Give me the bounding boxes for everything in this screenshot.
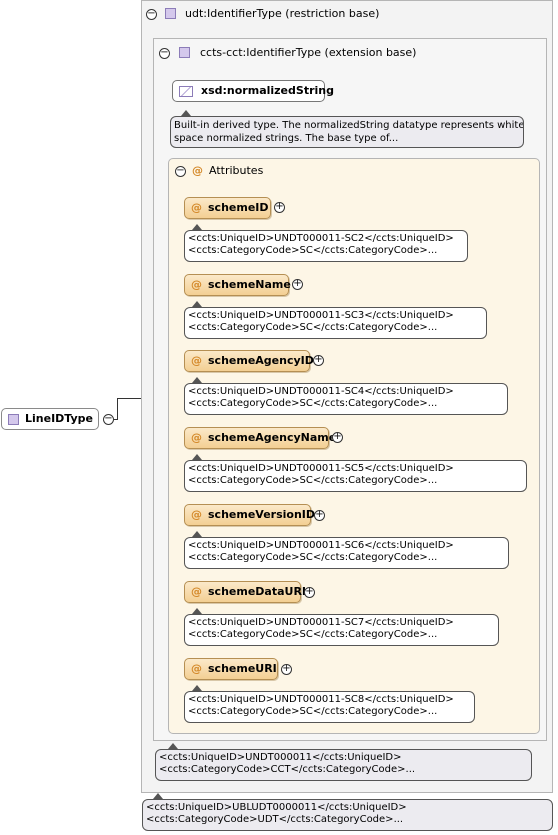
ccts-documentation: <ccts:UniqueID>UNDT000011</ccts:UniqueID…	[155, 749, 532, 781]
attribute-at-icon: @	[191, 278, 202, 291]
complex-type-icon	[165, 8, 176, 19]
attribute-at-icon: @	[191, 662, 202, 675]
root-type-label: LineIDType	[25, 412, 93, 425]
attribute-documentation: <ccts:UniqueID>UNDT000011-SC2</ccts:Uniq…	[184, 230, 468, 262]
attribute-scheme-id[interactable]: @ schemeID	[184, 197, 271, 219]
complex-type-icon	[179, 47, 190, 58]
expand-plus-icon[interactable]: +	[332, 432, 343, 443]
attribute-documentation: <ccts:UniqueID>UNDT000011-SC6</ccts:Uniq…	[184, 537, 509, 569]
attributes-label: Attributes	[209, 164, 264, 177]
attribute-at-icon: @	[192, 164, 203, 177]
attribute-at-icon: @	[191, 201, 202, 214]
udt-documentation: <ccts:UniqueID>UBLUDT0000011</ccts:Uniqu…	[142, 799, 553, 831]
attribute-at-icon: @	[191, 354, 202, 367]
ccts-collapse-icon[interactable]: −	[159, 48, 170, 59]
xsd-type-label: xsd:normalizedString	[201, 84, 334, 97]
udt-collapse-icon[interactable]: −	[146, 9, 157, 20]
xsd-documentation: Built-in derived type. The normalizedStr…	[170, 116, 524, 148]
attribute-scheme-uri[interactable]: @ schemeURI	[184, 658, 278, 680]
udt-restriction-label: udt:IdentifierType (restriction base)	[185, 7, 380, 20]
attribute-scheme-name[interactable]: @ schemeName	[184, 274, 291, 296]
attribute-at-icon: @	[191, 431, 202, 444]
attribute-at-icon: @	[191, 508, 202, 521]
ccts-extension-label: ccts-cct:IdentifierType (extension base)	[200, 46, 417, 59]
xsd-normalizedstring-node[interactable]: xsd:normalizedString	[172, 80, 334, 102]
expand-plus-icon[interactable]: +	[281, 664, 292, 675]
attribute-scheme-agency-name[interactable]: @ schemeAgencyName	[184, 427, 336, 449]
attribute-documentation: <ccts:UniqueID>UNDT000011-SC5</ccts:Uniq…	[184, 460, 527, 492]
root-collapse-icon[interactable]: −	[103, 414, 114, 425]
complex-type-icon	[8, 413, 19, 425]
attribute-at-icon: @	[191, 585, 202, 598]
attribute-documentation: <ccts:UniqueID>UNDT000011-SC3</ccts:Uniq…	[184, 307, 487, 339]
attribute-scheme-version-id[interactable]: @ schemeVersionID	[184, 504, 315, 526]
attributes-collapse-icon[interactable]: −	[175, 166, 186, 177]
expand-plus-icon[interactable]: +	[274, 202, 285, 213]
simple-type-icon	[179, 85, 193, 97]
expand-plus-icon[interactable]: +	[313, 355, 324, 366]
attribute-documentation: <ccts:UniqueID>UNDT000011-SC4</ccts:Uniq…	[184, 383, 508, 415]
connector-line	[117, 398, 142, 399]
attribute-documentation: <ccts:UniqueID>UNDT000011-SC8</ccts:Uniq…	[184, 691, 475, 723]
expand-plus-icon[interactable]: +	[292, 279, 303, 290]
expand-plus-icon[interactable]: +	[314, 510, 325, 521]
attribute-scheme-agency-id[interactable]: @ schemeAgencyID	[184, 350, 314, 372]
connector-line	[117, 398, 118, 420]
expand-plus-icon[interactable]: +	[304, 587, 315, 598]
attribute-scheme-data-uri[interactable]: @ schemeDataURI	[184, 581, 306, 603]
root-type-node[interactable]: LineIDType	[1, 408, 99, 430]
attribute-documentation: <ccts:UniqueID>UNDT000011-SC7</ccts:Uniq…	[184, 614, 499, 646]
